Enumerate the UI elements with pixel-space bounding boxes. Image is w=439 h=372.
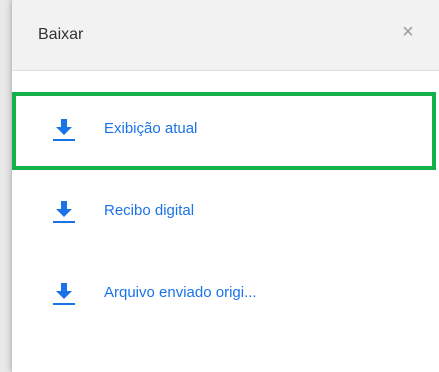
download-icon [53, 283, 75, 305]
download-option-original-file[interactable]: Arquivo enviado origi... [12, 264, 439, 324]
screen: Baixar × Exibição atual Recibo digital A… [0, 0, 439, 372]
download-option-label: Exibição atual [104, 120, 198, 137]
download-option-label: Arquivo enviado origi... [104, 284, 257, 301]
download-option-label: Recibo digital [104, 202, 195, 219]
download-option-current-view[interactable]: Exibição atual [12, 100, 439, 160]
dialog-header: Baixar × [12, 0, 439, 71]
close-icon[interactable]: × [396, 20, 420, 44]
download-icon [53, 201, 75, 223]
dialog-title: Baixar [38, 26, 84, 43]
download-option-digital-receipt[interactable]: Recibo digital [12, 182, 439, 242]
download-icon [53, 119, 75, 141]
download-dialog: Baixar × Exibição atual Recibo digital A… [12, 0, 439, 372]
